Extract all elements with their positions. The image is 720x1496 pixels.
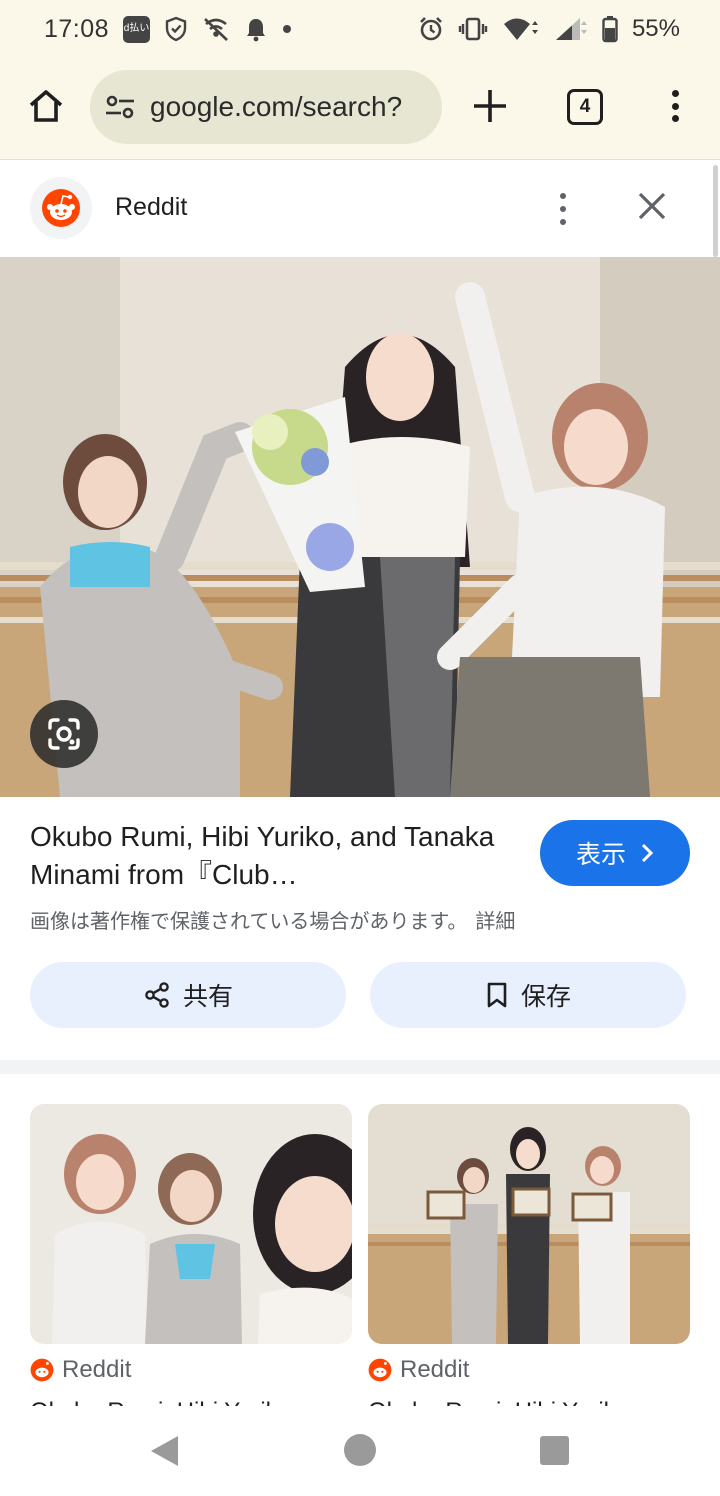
status-time: 17:08 — [44, 14, 110, 43]
dpay-icon: d払い — [123, 15, 151, 43]
related-card[interactable]: Reddit Okubo Rumi, Hibi Yuriko… — [30, 1104, 352, 1414]
copyright-note: 画像は著作権で保護されている場合があります。 詳細 — [30, 905, 515, 934]
save-button[interactable]: 保存 — [370, 962, 686, 1028]
reddit-logo — [30, 177, 92, 239]
browser-menu-button[interactable] — [660, 86, 690, 126]
url-text: google.com/search? — [150, 91, 403, 122]
wifi-icon — [502, 16, 540, 42]
copyright-text: 画像は著作権で保護されている場合があります。 — [30, 911, 468, 933]
share-button[interactable]: 共有 — [30, 962, 346, 1028]
source-header: Reddit — [0, 161, 720, 257]
google-lens-icon — [48, 718, 80, 750]
related-source: Reddit — [368, 1356, 690, 1384]
share-icon — [145, 982, 169, 1008]
reddit-icon — [368, 1358, 392, 1382]
signal-icon — [554, 16, 588, 42]
bell-icon — [244, 16, 268, 42]
related-source: Reddit — [30, 1356, 352, 1384]
home-button[interactable] — [24, 84, 68, 128]
view-button-label: 表示 — [575, 841, 626, 869]
bookmark-icon — [487, 982, 507, 1008]
chevron-right-icon — [641, 843, 654, 863]
save-label: 保存 — [520, 983, 571, 1011]
more-vert-icon — [671, 90, 679, 97]
more-vert-icon — [560, 193, 566, 199]
system-nav-bar — [0, 1406, 720, 1496]
share-label: 共有 — [182, 983, 233, 1011]
plus-icon — [474, 90, 506, 122]
alarm-icon — [418, 16, 444, 42]
address-bar[interactable]: google.com/search? — [90, 70, 442, 144]
wifi-off-call-icon — [202, 16, 230, 42]
close-icon — [638, 192, 666, 220]
close-button[interactable] — [634, 188, 670, 229]
source-name: Reddit — [115, 193, 188, 221]
related-thumbnail[interactable] — [368, 1104, 690, 1344]
home-nav-button[interactable] — [344, 1434, 376, 1466]
shield-icon — [164, 16, 188, 42]
related-source-name: Reddit — [62, 1356, 132, 1383]
result-title[interactable]: Okubo Rumi, Hibi Yuriko, and Tanaka Mina… — [30, 818, 510, 894]
browser-toolbar: google.com/search? 4 — [0, 58, 720, 160]
details-link[interactable]: 詳細 — [475, 911, 515, 933]
back-triangle-icon — [151, 1436, 178, 1466]
reddit-icon — [42, 189, 80, 227]
status-bar: 17:08 d払い 55% — [0, 0, 720, 58]
scrollbar[interactable] — [713, 165, 718, 257]
recents-button[interactable] — [540, 1436, 569, 1465]
back-button[interactable] — [148, 1434, 180, 1473]
main-image[interactable] — [0, 257, 720, 797]
related-thumbnail[interactable] — [30, 1104, 352, 1344]
dot-icon — [282, 24, 292, 34]
related-source-name: Reddit — [400, 1356, 470, 1383]
related-card[interactable]: Reddit Okubo Rumi, Hibi Yuriko… — [368, 1104, 690, 1414]
tab-switcher-button[interactable]: 4 — [567, 89, 603, 125]
battery-percent: 55% — [631, 15, 680, 42]
site-settings-icon — [106, 95, 134, 119]
new-tab-button[interactable] — [470, 86, 510, 126]
reddit-icon — [30, 1358, 54, 1382]
tab-count: 4 — [579, 96, 591, 117]
lens-button[interactable] — [30, 700, 98, 768]
battery-icon — [602, 15, 618, 43]
source-more-button[interactable] — [548, 189, 578, 229]
section-divider — [0, 1060, 720, 1074]
view-button[interactable]: 表示 — [540, 820, 690, 886]
vibrate-icon — [458, 16, 488, 42]
home-icon — [29, 90, 63, 122]
